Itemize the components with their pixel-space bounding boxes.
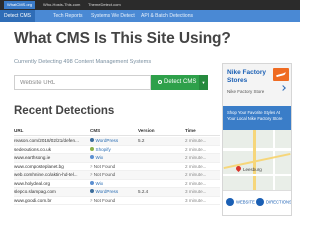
row-time: 2 minute... [185, 172, 207, 177]
page-subtitle: Currently Detecting 498 Content Manageme… [14, 59, 152, 65]
row-cms-label: WordPress [95, 138, 119, 143]
recent-detections-title: Recent Detections [14, 105, 115, 117]
row-time: 3 minute... [185, 189, 207, 194]
nav-tech-reports[interactable]: Tech Reports [49, 10, 86, 22]
chevron-down-icon[interactable]: ▼ [199, 75, 208, 90]
main-nav: Detect CMS Tech Reports Systems We Detec… [0, 10, 300, 22]
row-cms-label: WordPress [95, 189, 119, 194]
row-cms-label: Shopify [95, 146, 111, 152]
row-url[interactable]: www.earthsong.ie [14, 154, 50, 162]
row-time: 3 minute... [185, 197, 207, 203]
row-cms[interactable]: Shopify [90, 146, 111, 154]
row-url[interactable]: www.composteplanet.bg [14, 163, 64, 171]
ad-title[interactable]: Nike Factory Stores [227, 69, 267, 84]
ad-promo-banner[interactable]: Shop Your Favorite Styles At Your Local … [223, 106, 291, 130]
map-pin-icon [234, 164, 243, 173]
column-header-time: Time [185, 128, 196, 133]
table-row[interactable]: slepco.slampag.com WordPress 5.2.4 3 min… [14, 188, 220, 197]
row-cms[interactable]: ? Not Found [90, 163, 115, 171]
table-row[interactable]: www.holydeal.org Wix 2 minute... [14, 180, 220, 188]
nav-detect-cms[interactable]: Detect CMS [0, 10, 35, 22]
ad-header[interactable]: Nike Factory Stores Nike Factory Store [223, 64, 291, 106]
row-time: 2 minute... [185, 155, 207, 160]
row-time: 2 minute... [185, 163, 207, 169]
nav-api-batch[interactable]: API & Batch Detections [137, 10, 197, 22]
detect-cms-label: Detect CMS [164, 79, 197, 85]
question-icon: ? [90, 172, 93, 178]
ad-actions: WEBSITE DIRECTIONS [223, 190, 291, 215]
table-row[interactable]: www.goodi.com.br ? Not Found 3 minute... [14, 197, 220, 205]
ad-subtitle: Nike Factory Store [227, 89, 265, 94]
row-cms[interactable]: WordPress [90, 188, 118, 196]
wix-icon [90, 155, 94, 160]
site-link-whatcms[interactable]: WhatCMS.org [4, 1, 36, 9]
site-link-themedetect[interactable]: ThemeDetect.com [85, 1, 124, 9]
shopify-icon [90, 146, 94, 151]
search-icon [158, 79, 162, 84]
row-cms-label: Wix [95, 155, 104, 160]
column-header-url: URL [14, 128, 24, 133]
globe-icon [226, 198, 234, 206]
row-url[interactable]: web.comhnine.co/aktin-hd-tel... [14, 171, 78, 179]
row-cms-label: Not Found [93, 197, 116, 203]
table-row[interactable]: www.composteplanet.bg ? Not Found 2 minut… [14, 163, 220, 171]
chevron-right-icon[interactable] [280, 85, 286, 91]
top-site-switcher: WhatCMS.org Who-Hosts-This.com ThemeDete… [0, 0, 300, 10]
website-url-input[interactable] [14, 75, 151, 90]
table-row[interactable]: www.earthsong.ie Wix 2 minute... [14, 154, 220, 163]
row-time: 2 minute... [185, 138, 207, 143]
question-icon: ? [90, 163, 93, 169]
wordpress-icon [90, 138, 94, 143]
row-cms-label: Not Found [93, 163, 116, 169]
row-url[interactable]: sedeoutions.co.uk [14, 146, 51, 154]
ad-map[interactable]: Leesburg [223, 130, 291, 190]
row-cms[interactable]: Wix [90, 154, 103, 162]
row-cms[interactable]: ? Not Found [90, 171, 115, 179]
row-cms-label: Wix [95, 180, 104, 186]
row-time: 2 minute... [185, 146, 207, 152]
row-version: 5.2 [138, 138, 145, 143]
detections-table-body: reason.com/2018/02/21/defen... WordPress… [14, 137, 220, 205]
map-location-label: Leesburg [243, 167, 262, 172]
detections-table-header: URL CMS Version Time [14, 128, 220, 136]
row-url[interactable]: www.holydeal.org [14, 180, 50, 188]
ad-directions-label: DIRECTIONS [266, 199, 292, 205]
column-header-version: Version [138, 128, 155, 133]
table-row[interactable]: web.comhnine.co/aktin-hd-tel... ? Not Fou… [14, 171, 220, 180]
row-cms-label: Not Found [93, 172, 116, 177]
wordpress-icon [90, 189, 94, 194]
row-cms[interactable]: ? Not Found [90, 197, 115, 205]
row-cms[interactable]: Wix [90, 180, 103, 188]
column-header-cms: CMS [90, 128, 101, 133]
directions-icon [256, 198, 264, 206]
table-row[interactable]: reason.com/2018/02/21/defen... WordPress… [14, 137, 220, 146]
nav-systems-we-detect[interactable]: Systems We Detect [87, 10, 139, 22]
row-version: 5.2.4 [138, 189, 149, 194]
wix-icon [90, 180, 94, 185]
ad-website-button[interactable]: WEBSITE [226, 198, 255, 206]
ad-directions-button[interactable]: DIRECTIONS [256, 198, 292, 206]
ad-promo-text: Shop Your Favorite Styles At Your Local … [227, 110, 283, 121]
row-cms[interactable]: WordPress [90, 137, 118, 145]
question-icon: ? [90, 197, 93, 203]
row-time: 2 minute... [185, 180, 207, 186]
detect-cms-button[interactable]: Detect CMS ▼ [151, 75, 208, 90]
row-url[interactable]: slepco.slampag.com [14, 188, 56, 196]
table-row[interactable]: sedeoutions.co.uk Shopify 2 minute... [14, 146, 220, 154]
site-link-who-hosts-this[interactable]: Who-Hosts-This.com [40, 1, 83, 9]
row-url[interactable]: reason.com/2018/02/21/defen... [14, 137, 79, 145]
sidebar-ad[interactable]: ▸✕ Nike Factory Stores Nike Factory Stor… [222, 63, 292, 216]
page-title: What CMS Is This Site Using? [14, 30, 231, 47]
ad-website-label: WEBSITE [236, 199, 255, 205]
row-url[interactable]: www.goodi.com.br [14, 197, 52, 205]
nike-logo-icon [273, 68, 289, 81]
